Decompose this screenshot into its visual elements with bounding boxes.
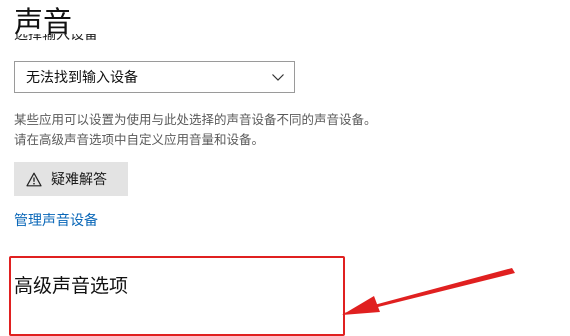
manage-sound-devices-link[interactable]: 管理声音设备	[14, 211, 98, 231]
input-section-label-clip: 选择输入设备	[14, 34, 214, 47]
chevron-down-icon	[272, 74, 284, 81]
troubleshoot-label: 疑难解答	[51, 172, 107, 188]
description-line-1: 某些应用可以设置为使用与此处选择的声音设备不同的声音设备。	[14, 112, 377, 127]
arrow-icon	[342, 268, 515, 315]
description-text: 某些应用可以设置为使用与此处选择的声音设备不同的声音设备。 请在高级声音选项中自…	[14, 110, 377, 150]
input-device-select[interactable]: 无法找到输入设备	[14, 61, 295, 93]
input-device-value: 无法找到输入设备	[26, 70, 138, 86]
advanced-sound-options-heading[interactable]: 高级声音选项	[14, 273, 128, 299]
input-section-label: 选择输入设备	[14, 34, 98, 43]
troubleshoot-button[interactable]: 疑难解答	[14, 162, 128, 196]
description-line-2: 请在高级声音选项中自定义应用音量和设备。	[14, 132, 265, 147]
warning-triangle-icon	[26, 172, 42, 186]
